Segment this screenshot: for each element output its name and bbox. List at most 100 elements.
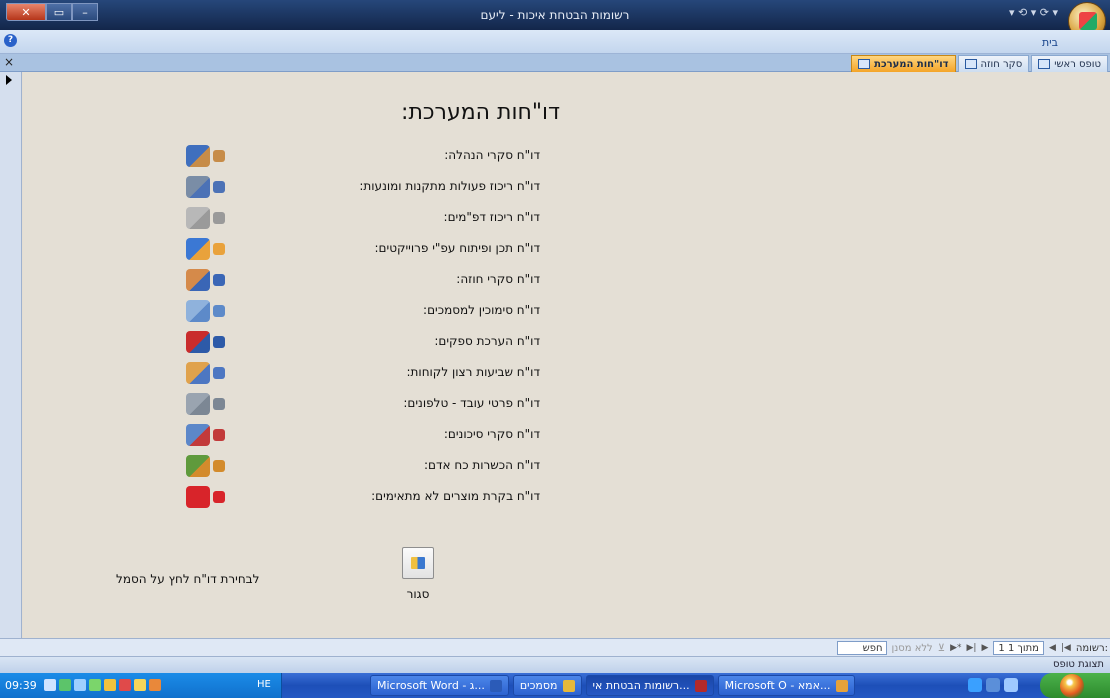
truck-icon[interactable] [186,328,230,356]
management-icon[interactable] [186,142,230,170]
search-input[interactable]: חפש [836,641,887,655]
network-icon[interactable] [59,679,71,691]
form-icon [964,59,977,69]
report-row: דו"ח ריכוז פעולות מתקנות ומונעות: [23,173,1110,203]
reject-icon[interactable] [186,483,230,511]
instruction-text: לבחירת דו"ח לחץ על הסמל [116,572,260,586]
record-label: רשומה: [1075,642,1108,654]
phone-icon-small [213,398,225,410]
shield-icon[interactable] [104,679,116,691]
report-label: דו"ח שביעות רצון לקוחות: [406,365,541,379]
binder-icon[interactable] [186,297,230,325]
handshake-icon-large [186,269,210,291]
reports-form: דו"חות המערכת: דו"ח סקרי הנהלה: דו"ח ריכו… [23,72,1110,638]
tools-icon-large [186,176,210,198]
people-icon-small [213,460,225,472]
title-bar: ✕ ▭ – רשומות הבטחת איכות - ליעם ▾ ⟲ ▾ ⟳ … [0,0,1110,40]
first-record-button[interactable]: |◀ [1061,643,1071,653]
report-row: דו"ח סקרי חוזה: [23,266,1110,296]
report-label: דו"ח סקרי חוזה: [456,272,540,286]
previous-record-button[interactable]: ◀ [1049,643,1056,653]
page-title: דו"חות המערכת: [401,100,560,125]
exit-door-icon [411,557,425,569]
taskbar-button-documents[interactable]: מסמכים [512,675,582,696]
record-position-input[interactable]: 1 מתוך 1 [993,641,1044,655]
tab-label: דו"חות המערכת [874,58,949,70]
quick-access-toolbar[interactable]: ▾ ⟲ ▾ ⟳ ▾ [1009,6,1058,19]
clock[interactable]: 09:39 [5,679,37,692]
close-tab-icon[interactable]: × [4,55,14,69]
report-row: דו"ח סימוכין למסמכים: [23,297,1110,327]
report-label: דו"ח ריכוז דפ"מים: [443,210,540,224]
window-title: רשומות הבטחת איכות - ליעם [480,8,630,22]
filter-icon[interactable]: ⊻ [938,643,945,654]
signal-icon[interactable] [89,679,101,691]
report-label: דו"ח הכשרות כח אדם: [423,458,540,472]
tab-system-reports[interactable]: דו"חות המערכת [851,55,956,72]
report-label: דו"ח הערכת ספקים: [434,334,540,348]
report-row: דו"ח שביעות רצון לקוחות: [23,359,1110,389]
tools-icon[interactable] [186,173,230,201]
expand-arrow-icon[interactable] [6,75,12,85]
report-label: דו"ח ריכוז פעולות מתקנות ומונעות: [359,179,540,193]
show-desktop-icon[interactable] [986,678,1000,692]
taskbar-button-word[interactable]: Microsoft Word - ג... [370,675,509,696]
language-indicator[interactable]: HE [257,679,271,690]
form-icon [1038,59,1051,69]
no-filter-label[interactable]: ללא מסנן [892,643,933,654]
ribbon: ? בית [0,30,1110,54]
object-tab-bar: × טופס ראשי סקר חוזה דו"חות המערכת [0,54,1110,72]
close-form-button[interactable] [402,547,434,579]
risk-icon-large [186,424,210,446]
taskbar-button-label: Microsoft O - אמא... [724,679,831,692]
customers-icon-small [213,367,225,379]
window-switch-icon[interactable] [1004,678,1018,692]
start-button[interactable] [1040,673,1110,698]
org-chart-icon[interactable] [186,235,230,263]
taskbar-buttons: Microsoft Word - ג... מסמכים רשומות הבטח… [370,675,855,696]
report-label: דו"ח תכן ופיתוח עפ"י פרוייקטים: [374,241,540,255]
people-icon[interactable] [186,452,230,480]
tools-icon-small [213,181,225,193]
usb-icon[interactable] [74,679,86,691]
taskbar-button-label: מסמכים [519,679,558,692]
folder-icon [562,679,575,692]
taskbar: 09:39 HE Microsoft Word - ג... מסמכים רש… [0,673,1110,698]
report-row: דו"ח סקרי סיכונים: [23,421,1110,451]
tab-contract-review[interactable]: סקר חוזה [957,55,1030,72]
org-chart-icon-small [213,243,225,255]
ribbon-tab-home[interactable]: בית [1042,36,1058,49]
phone-icon[interactable] [186,390,230,418]
taskbar-button-access[interactable]: רשומות הבטחת אי... [585,675,714,696]
volume-icon[interactable] [44,679,56,691]
internet-explorer-icon[interactable] [968,678,982,692]
report-label: דו"ח בקרת מוצרים לא מתאימים: [371,489,540,503]
taskbar-button-label: Microsoft Word - ג... [377,679,485,692]
customers-icon[interactable] [186,359,230,387]
report-row: דו"ח הכשרות כח אדם: [23,452,1110,482]
last-record-button[interactable]: ▶| [967,643,977,653]
report-label: דו"ח סקרי סיכונים: [443,427,540,441]
windows-logo-icon [1060,674,1084,698]
report-label: דו"ח סימוכין למסמכים: [423,303,540,317]
help-icon[interactable]: ? [4,34,17,47]
taskbar-button-outlook[interactable]: Microsoft O - אמא... [717,675,855,696]
next-record-button[interactable]: ▶ [981,643,988,653]
mail-icon[interactable] [149,679,161,691]
documents-icon[interactable] [186,204,230,232]
antivirus-icon[interactable] [119,679,131,691]
navigation-pane-collapsed[interactable] [0,72,22,638]
risk-icon[interactable] [186,421,230,449]
access-icon [694,679,707,692]
reject-icon-large [186,486,210,508]
risk-icon-small [213,429,225,441]
binder-icon-small [213,305,225,317]
people-icon-large [186,455,210,477]
customers-icon-large [186,362,210,384]
handshake-icon[interactable] [186,266,230,294]
new-record-button[interactable]: ▶* [950,643,961,653]
messenger-icon[interactable] [134,679,146,691]
tab-main-form[interactable]: טופס ראשי [1031,55,1108,72]
handshake-icon-small [213,274,225,286]
management-icon-large [186,145,210,167]
